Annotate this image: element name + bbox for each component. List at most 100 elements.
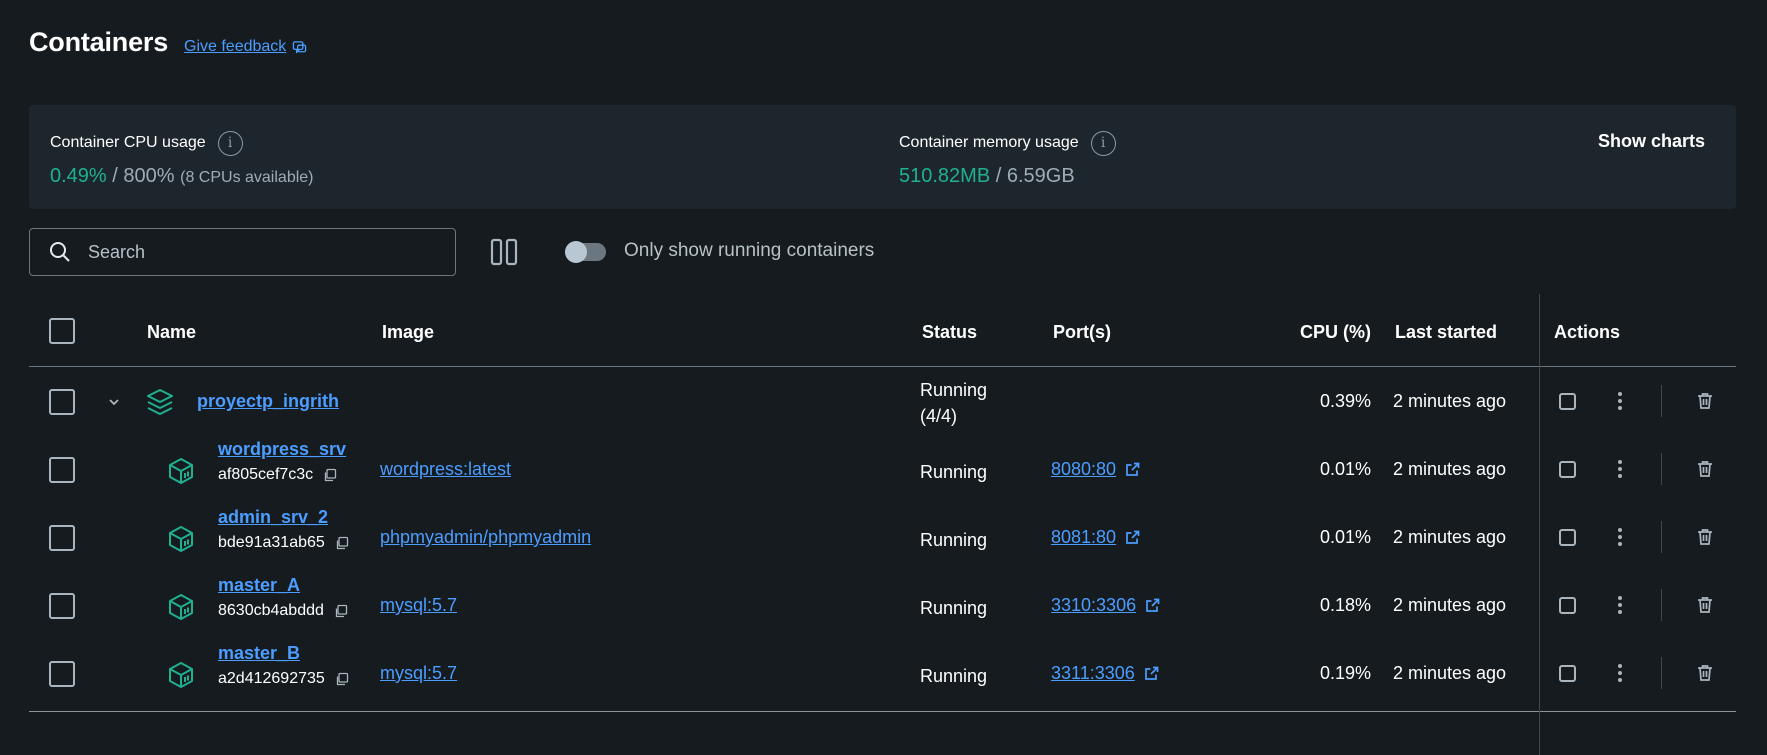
col-ports[interactable]: Port(s) — [1053, 322, 1111, 343]
page-title: Containers — [29, 27, 169, 57]
container-cube-icon — [169, 594, 193, 620]
container-cube-icon — [169, 526, 193, 552]
col-name[interactable]: Name — [147, 322, 196, 343]
row-checkbox[interactable] — [49, 457, 75, 483]
copy-icon[interactable] — [334, 604, 348, 618]
container-last-started: 2 minutes ago — [1393, 459, 1507, 479]
image-link[interactable]: phpmyadmin/phpmyadmin — [380, 527, 591, 548]
container-last-started: 2 minutes ago — [1393, 527, 1507, 547]
memory-usage-value: 510.82MB / 6.59GB — [899, 165, 1116, 188]
port-link[interactable]: 8081:80 — [1051, 527, 1141, 548]
stop-icon[interactable] — [1559, 461, 1576, 478]
container-last-started: 2 minutes ago — [1393, 595, 1507, 615]
trash-icon[interactable] — [1695, 595, 1715, 615]
stop-icon[interactable] — [1559, 393, 1576, 410]
container-cpu: 0.18% — [1319, 595, 1371, 615]
port-text: 3311:3306 — [1051, 663, 1135, 683]
trash-icon[interactable] — [1695, 459, 1715, 479]
col-image[interactable]: Image — [382, 322, 434, 343]
col-cpu[interactable]: CPU (%) — [1300, 322, 1371, 343]
stop-icon[interactable] — [1559, 597, 1576, 614]
table-header: Name Image Status Port(s) CPU (%) Last s… — [29, 294, 1736, 367]
image-link[interactable]: wordpress:latest — [380, 459, 511, 480]
kebab-menu-icon[interactable] — [1610, 595, 1630, 615]
kebab-menu-icon[interactable] — [1610, 663, 1630, 683]
table-row[interactable]: master_A 8630cb4abddd mysql:5.7 Running … — [29, 573, 1736, 641]
table-bottom-border — [29, 711, 1736, 712]
trash-icon[interactable] — [1695, 391, 1715, 411]
search-icon — [50, 242, 70, 262]
copy-icon[interactable] — [335, 536, 349, 550]
external-link-icon — [1144, 666, 1159, 680]
columns-icon[interactable] — [489, 237, 519, 267]
kebab-menu-icon[interactable] — [1610, 527, 1630, 547]
col-last-started[interactable]: Last started — [1395, 322, 1497, 343]
group-name-link[interactable]: proyectp_ingrith — [197, 391, 339, 412]
trash-icon[interactable] — [1695, 527, 1715, 547]
port-link[interactable]: 3311:3306 — [1051, 663, 1160, 684]
cpu-usage-value: 0.49% / 800% (8 CPUs available) — [50, 165, 314, 188]
cpu-used: 0.49% — [50, 165, 107, 187]
container-id-text: 8630cb4abddd — [218, 602, 324, 619]
container-rows: wordpress_srv af805cef7c3c wordpress:lat… — [29, 437, 1736, 709]
memory-usage-label: Container memory usage — [899, 134, 1079, 151]
port-text: 8080:80 — [1051, 459, 1117, 479]
kebab-menu-icon[interactable] — [1610, 391, 1630, 411]
table-row-group[interactable]: proyectp_ingrith Running (4/4) 0.39% 2 m… — [29, 367, 1736, 437]
container-id-text: bde91a31ab65 — [218, 534, 325, 551]
container-name-link[interactable]: admin_srv_2 — [218, 507, 328, 527]
col-status[interactable]: Status — [922, 322, 977, 343]
actions-divider — [1661, 657, 1662, 689]
row-checkbox[interactable] — [49, 525, 75, 551]
group-status: Running (4/4) — [920, 377, 987, 429]
table-row[interactable]: admin_srv_2 bde91a31ab65 phpmyadmin/phpm… — [29, 505, 1736, 573]
container-name-link[interactable]: master_A — [218, 575, 300, 595]
compose-stack-icon — [147, 389, 173, 415]
cpu-separator: / — [106, 165, 124, 187]
actions-divider — [1661, 385, 1662, 417]
show-charts-button[interactable]: Show charts — [1598, 131, 1705, 152]
container-name-cell: master_A 8630cb4abddd — [218, 575, 348, 620]
row-checkbox[interactable] — [49, 661, 75, 687]
cpu-note: (8 CPUs available) — [180, 169, 314, 186]
memory-total: 6.59GB — [1006, 165, 1075, 187]
container-id-text: a2d412692735 — [218, 670, 325, 687]
table-row[interactable]: wordpress_srv af805cef7c3c wordpress:lat… — [29, 437, 1736, 505]
external-link-icon — [1126, 462, 1140, 476]
search-box[interactable] — [29, 228, 456, 276]
running-only-toggle[interactable] — [565, 241, 606, 263]
table-row[interactable]: master_B a2d412692735 mysql:5.7 Running … — [29, 641, 1736, 709]
container-cube-icon — [169, 458, 193, 484]
row-checkbox[interactable] — [49, 389, 75, 415]
external-link-icon — [1126, 530, 1140, 544]
kebab-menu-icon[interactable] — [1610, 459, 1630, 479]
select-all-checkbox[interactable] — [49, 318, 75, 344]
row-checkbox[interactable] — [49, 593, 75, 619]
trash-icon[interactable] — [1695, 663, 1715, 683]
give-feedback-link[interactable]: Give feedback — [184, 38, 307, 56]
container-cpu: 0.01% — [1319, 527, 1371, 547]
container-status: Running — [920, 462, 988, 482]
container-name-link[interactable]: wordpress_srv — [218, 439, 346, 459]
info-icon[interactable]: i — [217, 130, 243, 156]
info-icon[interactable]: i — [1090, 130, 1116, 156]
port-link[interactable]: 8080:80 — [1051, 459, 1141, 480]
port-link[interactable]: 3310:3306 — [1051, 595, 1161, 616]
copy-icon[interactable] — [323, 468, 337, 482]
chevron-down-icon[interactable] — [107, 395, 121, 409]
copy-icon[interactable] — [335, 672, 349, 686]
container-cube-icon — [169, 662, 193, 688]
image-link[interactable]: mysql:5.7 — [380, 663, 457, 684]
container-name-cell: master_B a2d412692735 — [218, 643, 349, 688]
image-link[interactable]: mysql:5.7 — [380, 595, 457, 616]
stop-icon[interactable] — [1559, 665, 1576, 682]
container-last-started: 2 minutes ago — [1393, 663, 1507, 683]
cpu-usage-stat: Container CPU usage i 0.49% / 800% (8 CP… — [50, 129, 314, 188]
container-name-link[interactable]: master_B — [218, 643, 300, 663]
container-name-cell: wordpress_srv af805cef7c3c — [218, 439, 346, 484]
stop-icon[interactable] — [1559, 529, 1576, 546]
container-id: af805cef7c3c — [218, 466, 346, 484]
search-input[interactable] — [88, 241, 418, 263]
chat-bubble-icon — [293, 40, 307, 54]
container-status: Running — [920, 666, 988, 686]
